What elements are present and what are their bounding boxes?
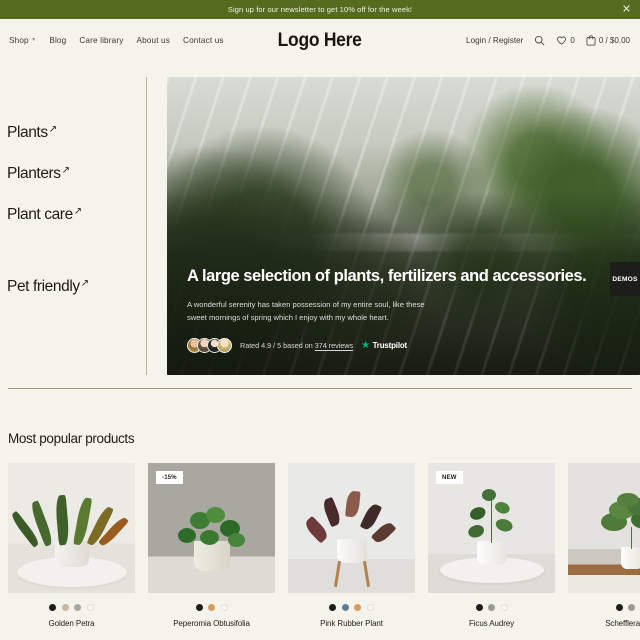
hero-content: A large selection of plants, fertilizers… <box>187 264 626 353</box>
product-image: -15% <box>148 463 275 593</box>
swatch[interactable] <box>354 604 362 611</box>
demos-tab-label: DEMOS <box>612 275 638 283</box>
sidebar-item-plants[interactable]: Plants ↗ <box>7 124 146 142</box>
star-icon: ★ <box>361 339 371 351</box>
product-card[interactable]: Schefflera Tree <box>568 463 640 628</box>
product-image <box>568 463 640 593</box>
rating-prefix: Rated 4.9 / 5 based on <box>240 341 313 350</box>
wishlist-count: 0 <box>570 36 575 45</box>
product-image <box>288 463 415 593</box>
announcement-bar: Sign up for our newsletter to get 10% of… <box>0 0 640 19</box>
trustpilot-badge[interactable]: ★ Trustpilot <box>361 339 408 351</box>
swatch[interactable] <box>488 604 495 611</box>
new-badge: NEW <box>436 471 463 484</box>
product-card[interactable]: -15% Peperomia Obtusifolia <box>148 463 275 628</box>
product-name[interactable]: Ficus Audrey <box>428 619 555 628</box>
trustpilot-label: Trustpilot <box>372 341 408 350</box>
sidebar-item-planters-label: Planters <box>7 165 61 182</box>
category-sidebar: Plants ↗ Planters ↗ Plant care ↗ Pet fri… <box>0 77 147 375</box>
site-header: Shop ▼ Blog Care library About us Contac… <box>0 19 640 62</box>
swatch[interactable] <box>628 604 635 611</box>
sidebar-item-plant-care[interactable]: Plant care ↗ <box>7 206 146 224</box>
arrow-up-right-icon: ↗ <box>80 278 89 289</box>
search-icon <box>535 35 545 46</box>
swatch[interactable] <box>329 604 337 611</box>
chevron-down-icon: ▼ <box>31 37 37 43</box>
close-icon[interactable]: ✕ <box>621 4 632 15</box>
color-swatches <box>8 604 135 611</box>
swatch[interactable] <box>500 604 508 611</box>
primary-nav: Shop ▼ Blog Care library About us Contac… <box>9 36 224 45</box>
product-photo <box>288 463 415 593</box>
avatar <box>217 338 232 353</box>
nav-item-care-library[interactable]: Care library <box>79 36 123 45</box>
product-name[interactable]: Schefflera Tree <box>568 619 640 628</box>
swatch[interactable] <box>220 604 228 611</box>
section-title: Most popular products <box>8 431 135 446</box>
product-name[interactable]: Peperomia Obtusifolia <box>148 619 275 628</box>
color-swatches <box>428 604 555 611</box>
arrow-up-right-icon: ↗ <box>73 206 82 217</box>
demos-tab[interactable]: DEMOS <box>610 262 640 296</box>
cart-summary: 0 / $0.00 <box>598 36 630 45</box>
bag-icon <box>586 35 596 46</box>
product-photo <box>8 463 135 593</box>
wishlist-button[interactable]: 0 <box>556 35 575 46</box>
product-card[interactable]: Pink Rubber Plant <box>288 463 415 628</box>
product-image <box>8 463 135 593</box>
products-section: Most popular products Golden Petra -15% … <box>0 431 640 628</box>
nav-item-blog[interactable]: Blog <box>49 36 66 45</box>
section-divider <box>8 388 632 389</box>
rating-text: Rated 4.9 / 5 based on 374 reviews <box>240 341 353 350</box>
arrow-up-right-icon: ↗ <box>48 124 57 135</box>
login-register-link[interactable]: Login / Register <box>466 36 523 45</box>
hero-body-text: A wonderful serenity has taken possessio… <box>187 299 425 322</box>
hero-headline: A large selection of plants, fertilizers… <box>187 266 587 285</box>
swatch[interactable] <box>49 604 57 611</box>
swatch[interactable] <box>86 604 94 611</box>
sidebar-item-plant-care-label: Plant care <box>7 206 73 223</box>
swatch[interactable] <box>366 604 374 611</box>
announcement-text: Sign up for our newsletter to get 10% of… <box>227 5 413 14</box>
heart-icon <box>557 36 567 45</box>
product-card[interactable]: NEW Ficus Audrey <box>428 463 555 628</box>
sidebar-item-planters[interactable]: Planters ↗ <box>7 165 146 183</box>
swatch[interactable] <box>615 604 623 611</box>
nav-item-contact-us[interactable]: Contact us <box>183 36 224 45</box>
product-card[interactable]: Golden Petra <box>8 463 135 628</box>
search-button[interactable] <box>534 35 545 46</box>
product-photo <box>568 463 640 593</box>
swatch[interactable] <box>475 604 483 611</box>
swatch[interactable] <box>341 604 349 611</box>
nav-item-about-us[interactable]: About us <box>136 36 170 45</box>
reviewer-avatars <box>187 338 232 353</box>
hero-section: Plants ↗ Planters ↗ Plant care ↗ Pet fri… <box>0 62 640 375</box>
sidebar-item-pet-friendly[interactable]: Pet friendly ↗ <box>7 278 146 296</box>
cart-button[interactable]: 0 / $0.00 <box>586 35 630 46</box>
nav-item-shop[interactable]: Shop ▼ <box>9 36 36 45</box>
header-actions: Login / Register 0 0 / $0.00 <box>466 35 630 46</box>
product-name[interactable]: Golden Petra <box>8 619 135 628</box>
swatch[interactable] <box>195 604 203 611</box>
color-swatches <box>568 604 640 611</box>
discount-badge: -15% <box>156 471 183 484</box>
nav-item-shop-label: Shop <box>9 36 29 45</box>
swatch[interactable] <box>61 604 69 611</box>
swatch[interactable] <box>208 604 215 611</box>
swatch[interactable] <box>74 604 82 611</box>
hero-banner[interactable]: A large selection of plants, fertilizers… <box>167 77 640 375</box>
sidebar-item-plants-label: Plants <box>7 124 48 141</box>
reviews-link[interactable]: 374 reviews <box>315 341 353 350</box>
product-image: NEW <box>428 463 555 593</box>
sidebar-item-pet-friendly-label: Pet friendly <box>7 278 80 295</box>
logo-text[interactable]: Logo Here <box>278 30 362 52</box>
arrow-up-right-icon: ↗ <box>61 165 70 176</box>
product-name[interactable]: Pink Rubber Plant <box>288 619 415 628</box>
product-grid: Golden Petra -15% Peperomia Obtusifolia … <box>0 463 640 628</box>
color-swatches <box>148 604 275 611</box>
color-swatches <box>288 604 415 611</box>
rating-row: Rated 4.9 / 5 based on 374 reviews ★ Tru… <box>187 338 626 353</box>
